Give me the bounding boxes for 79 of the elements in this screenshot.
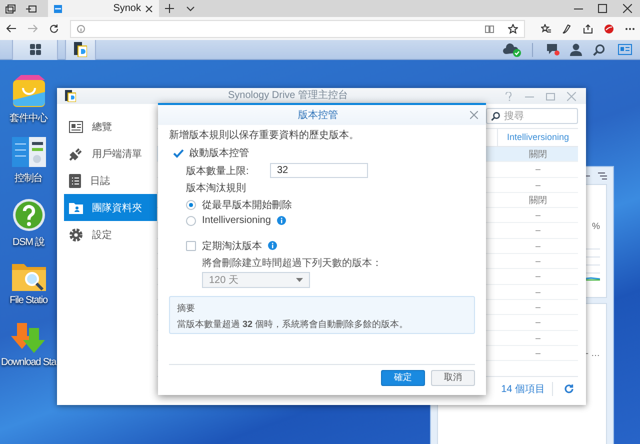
reload-icon[interactable]	[48, 24, 58, 34]
dialog-title: 版本控管	[297, 108, 339, 122]
desktop-icon-label[interactable]: File Statio	[10, 295, 48, 306]
gear-icon	[69, 228, 83, 242]
widget-icon[interactable]	[618, 44, 632, 55]
favorites-icon[interactable]	[540, 24, 550, 34]
sidebar-item[interactable]: 設定	[64, 221, 157, 248]
user-icon[interactable]	[570, 43, 582, 56]
desktop-icon-label[interactable]: 控制台	[14, 171, 43, 185]
window-title: Synology Drive 管理主控台	[226, 89, 350, 103]
radio-label: Intelliversioning	[202, 215, 271, 226]
card-icon	[69, 120, 83, 132]
plug-icon	[69, 146, 83, 160]
checkbox-label: 定期淘汰版本	[202, 240, 262, 252]
grid-icon	[30, 44, 40, 55]
close-icon[interactable]	[622, 4, 632, 13]
control-panel-icon	[10, 136, 46, 168]
radio-button[interactable]	[186, 216, 196, 226]
list-icon[interactable]	[598, 172, 607, 180]
checkbox[interactable]	[186, 240, 196, 250]
widget-text: %	[592, 221, 600, 231]
tab-stack-icon[interactable]	[5, 4, 16, 14]
tab-aside-icon[interactable]	[26, 4, 37, 14]
question-icon	[12, 198, 46, 232]
confirm-button[interactable]: 確定	[381, 370, 425, 386]
list-icon	[69, 174, 81, 188]
caret-icon	[296, 278, 303, 282]
search-icon[interactable]	[592, 44, 604, 56]
sidebar-item[interactable]: 日誌	[64, 167, 157, 194]
intro-text: 新增版本規則以保存重要資料的歷史版本。	[169, 130, 360, 142]
chat-icon[interactable]	[546, 43, 560, 56]
drive-logo-icon	[65, 90, 76, 102]
checkbox[interactable]	[173, 148, 183, 158]
extension-icon[interactable]	[604, 24, 614, 34]
star-icon[interactable]	[508, 24, 518, 34]
input-field[interactable]: 32	[270, 163, 368, 178]
chevron-down-icon[interactable]	[186, 6, 195, 12]
maximize-icon[interactable]	[598, 4, 606, 13]
download-arrows-icon	[10, 322, 46, 354]
pen-icon[interactable]	[562, 24, 572, 34]
info-icon	[77, 24, 85, 32]
drive-logo-icon	[74, 42, 87, 57]
desktop-icon-label[interactable]: 套件中心	[10, 111, 48, 125]
main-menu-button[interactable]	[12, 40, 58, 60]
radio-button[interactable]	[186, 200, 196, 210]
widget-text: - …	[586, 348, 600, 358]
sidebar-item[interactable]: 總覽	[64, 113, 157, 140]
share-icon[interactable]	[582, 24, 592, 34]
info-icon[interactable]	[276, 216, 286, 225]
checkbox-label: 啟動版本控管	[189, 146, 249, 160]
drive-app-button[interactable]	[65, 40, 96, 60]
desktop-icon-label[interactable]: DSM 說	[12, 235, 44, 249]
more-icon[interactable]	[624, 26, 634, 30]
search-field[interactable]: 搜尋	[486, 108, 578, 124]
section-heading: 版本淘汰規則	[185, 182, 247, 195]
browser-tab[interactable]: Synok	[48, 0, 159, 17]
desktop-icon-label[interactable]: Download Sta	[0, 357, 56, 368]
reading-view-icon[interactable]	[485, 24, 494, 32]
sidebar-item[interactable]: 團隊資料夾	[64, 194, 157, 221]
summary-text: 當版本數量超過 32 個時，系統將會自動刪除多餘的版本。	[177, 318, 410, 331]
cancel-button[interactable]: 取消	[431, 370, 475, 386]
hint-text: 將會刪除建立時間超過下列天數的版本：	[201, 257, 383, 270]
info-icon[interactable]	[268, 241, 277, 250]
back-icon[interactable]	[6, 24, 16, 33]
column-header[interactable]: Intelliversioning	[497, 129, 578, 146]
team-folder-icon	[69, 202, 83, 214]
check-icon	[172, 148, 184, 158]
close-icon[interactable]	[145, 4, 153, 12]
sidebar-item[interactable]: 用戶端清單	[64, 140, 157, 167]
radio-label: 從最早版本開始刪除	[202, 198, 292, 212]
field-label: 版本數量上限:	[186, 164, 250, 178]
refresh-icon[interactable]	[564, 384, 574, 394]
shopping-bag-icon	[10, 74, 46, 108]
item-count: 14 個項目	[501, 383, 545, 396]
favicon-icon	[54, 4, 62, 12]
summary-heading: 摘要	[177, 302, 196, 315]
new-tab-icon[interactable]	[165, 4, 174, 13]
search-icon	[491, 112, 500, 120]
cloud-check-icon[interactable]	[503, 42, 522, 56]
